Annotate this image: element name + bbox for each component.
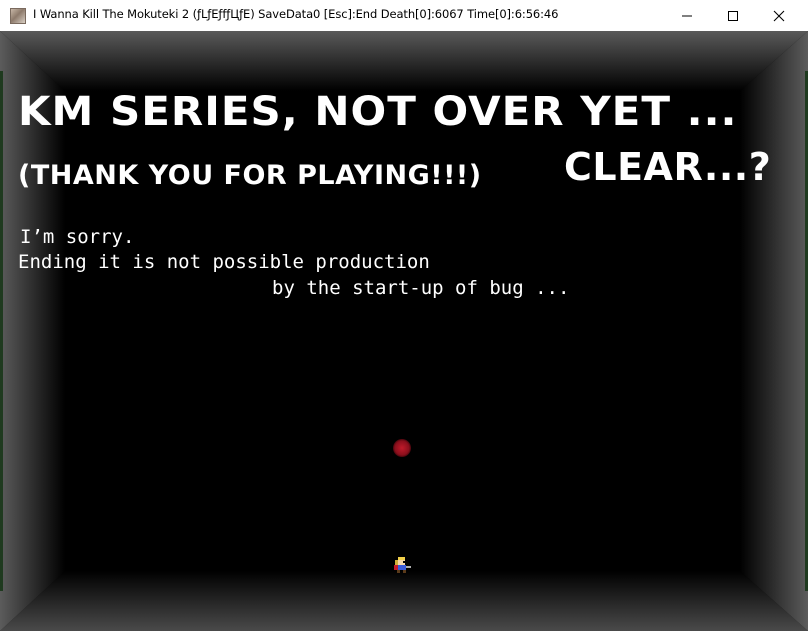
left-edge-strip [0, 71, 3, 591]
message-line-2: Ending it is not possible production [18, 251, 430, 273]
headline-thanks: (THANK YOU FOR PLAYING!!!) [18, 160, 482, 191]
headline-series: KM SERIES, NOT OVER YET ... [18, 88, 738, 135]
close-button[interactable] [756, 0, 802, 31]
top-wall [0, 31, 808, 91]
game-window: I Wanna Kill The Mokuteki 2 (ƒLƒEƒfƒЦƒE)… [0, 0, 808, 631]
app-icon [10, 8, 26, 24]
window-title: I Wanna Kill The Mokuteki 2 (ƒLƒEƒfƒЦƒE)… [33, 7, 559, 21]
close-icon [773, 10, 785, 22]
message-line-3: by the start-up of bug ... [272, 277, 570, 299]
right-wall [740, 31, 808, 631]
headline-clear: CLEAR...? [564, 145, 772, 189]
minimize-icon [682, 15, 692, 17]
message-line-1: I’m sorry. [20, 226, 135, 248]
bottom-wall [0, 571, 808, 631]
maximize-icon [728, 11, 738, 21]
minimize-button[interactable] [664, 0, 710, 31]
red-orb [393, 439, 411, 457]
title-bar[interactable]: I Wanna Kill The Mokuteki 2 (ƒLƒEƒfƒЦƒE)… [0, 0, 808, 32]
player-kid-sprite [394, 557, 411, 573]
maximize-button[interactable] [710, 0, 756, 31]
